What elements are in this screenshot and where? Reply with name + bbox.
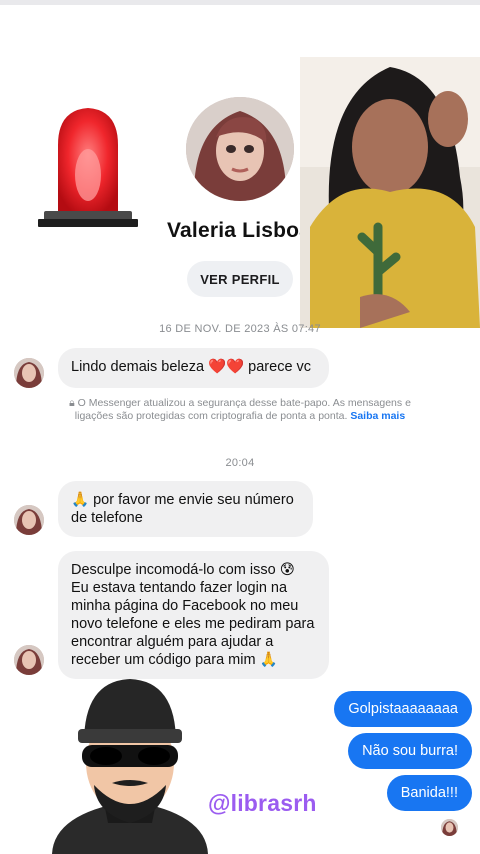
read-receipt-avatar	[441, 819, 458, 836]
siren-icon	[38, 108, 138, 227]
sender-avatar[interactable]	[14, 505, 44, 535]
outgoing-message[interactable]: Não sou burra!	[348, 733, 472, 769]
security-notice: 🔒︎ O Messenger atualizou a segurança des…	[62, 397, 418, 423]
outgoing-message[interactable]: Banida!!!	[386, 775, 472, 811]
incoming-message[interactable]: Desculpe incomodá-lo com isso 😰 Eu estav…	[58, 551, 329, 679]
watermark-handle: @librasrh	[208, 790, 317, 816]
sender-avatar[interactable]	[14, 358, 44, 388]
profile-avatar[interactable]	[186, 97, 294, 201]
status-strip	[0, 0, 480, 5]
outgoing-message[interactable]: Golpistaaaaaaaa	[334, 691, 472, 727]
lock-icon: 🔒︎	[69, 397, 78, 409]
overlay-reaction-photo	[300, 57, 480, 328]
contact-name: Valeria Lisboa	[167, 219, 312, 242]
burglar-icon	[52, 679, 208, 854]
incoming-message[interactable]: Lindo demais beleza ❤️❤️ parece vc	[58, 348, 329, 388]
incoming-message[interactable]: 🙏 por favor me envie seu número de telef…	[58, 481, 313, 537]
learn-more-link[interactable]: Saiba mais	[350, 410, 405, 422]
view-profile-button[interactable]: VER PERFIL	[187, 261, 293, 297]
time-stamp: 20:04	[225, 457, 255, 469]
date-stamp: 16 DE NOV. DE 2023 ÀS 07:47	[159, 323, 321, 335]
sender-avatar[interactable]	[14, 645, 44, 675]
